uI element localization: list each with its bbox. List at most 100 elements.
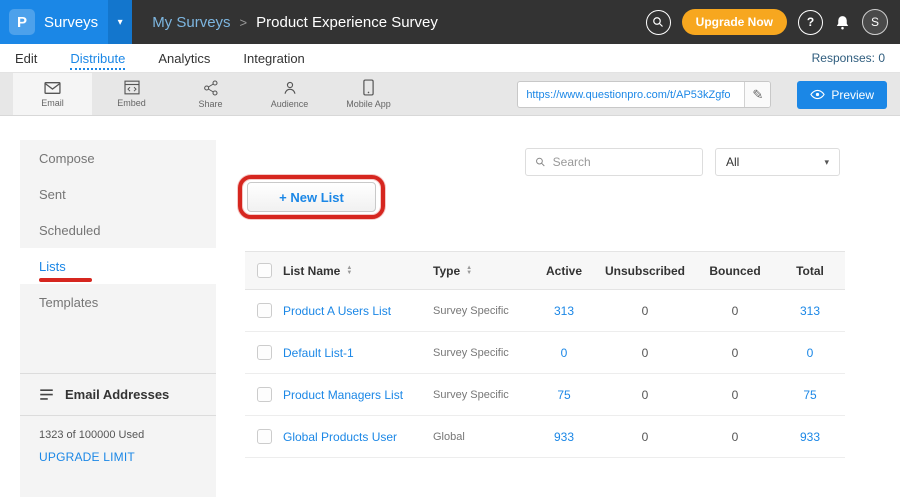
sidebar-item-lists[interactable]: Lists	[20, 248, 216, 284]
list-filter-dropdown[interactable]: All ▾	[715, 148, 840, 176]
email-addresses-title: Email Addresses	[65, 387, 169, 402]
list-search-input[interactable]	[553, 155, 693, 169]
chevron-down-icon: ▾	[824, 157, 829, 168]
eye-icon	[810, 89, 825, 100]
notifications-bell-icon[interactable]	[834, 14, 851, 31]
unsubscribed-count: 0	[642, 346, 649, 360]
tool-mobile-app[interactable]: Mobile App	[329, 73, 408, 115]
bounced-count: 0	[732, 430, 739, 444]
email-usage-count: 1323 of 100000 Used	[20, 416, 216, 441]
email-addresses-header: Email Addresses	[20, 374, 216, 416]
edit-url-pencil-icon[interactable]: ✎	[744, 82, 770, 108]
tab-integration[interactable]: Integration	[243, 51, 304, 66]
tool-audience-label: Audience	[271, 99, 309, 109]
upgrade-limit-link[interactable]: UPGRADE LIMIT	[20, 441, 216, 464]
sidebar-item-compose[interactable]: Compose	[20, 140, 216, 176]
survey-url-field: ✎	[517, 81, 771, 108]
questionpro-logo: P	[9, 9, 35, 35]
tool-embed[interactable]: Embed	[92, 73, 171, 115]
sidebar-item-sent[interactable]: Sent	[20, 176, 216, 212]
tool-embed-label: Embed	[117, 98, 146, 108]
row-checkbox[interactable]	[257, 303, 272, 318]
search-icon[interactable]	[646, 10, 671, 35]
total-count[interactable]: 933	[800, 430, 820, 444]
sidebar-item-scheduled[interactable]: Scheduled	[20, 212, 216, 248]
table-row: Product A Users List Survey Specific 313…	[245, 290, 845, 332]
survey-url-input[interactable]	[518, 89, 744, 101]
breadcrumb-separator: >	[240, 15, 248, 30]
tool-mobile-app-label: Mobile App	[346, 99, 391, 109]
header-type: Type	[433, 264, 460, 278]
list-search-field	[525, 148, 703, 176]
header-list-name: List Name	[283, 264, 340, 278]
breadcrumb: My Surveys > Product Experience Survey	[152, 14, 438, 31]
surveys-menu[interactable]: P Surveys ▾	[0, 0, 132, 44]
email-icon	[44, 81, 61, 95]
tool-share-label: Share	[198, 99, 222, 109]
bounced-count: 0	[732, 304, 739, 318]
row-checkbox[interactable]	[257, 387, 272, 402]
total-count[interactable]: 75	[803, 388, 816, 402]
chevron-down-icon[interactable]: ▾	[108, 0, 132, 44]
select-all-checkbox[interactable]	[257, 263, 272, 278]
user-avatar[interactable]: S	[862, 9, 888, 35]
surveys-menu-label: Surveys	[44, 14, 98, 31]
sort-icon[interactable]: ▲▼	[466, 266, 472, 276]
header-bounced: Bounced	[709, 264, 760, 278]
header-total: Total	[796, 264, 824, 278]
header-unsubscribed: Unsubscribed	[605, 264, 685, 278]
preview-button[interactable]: Preview	[797, 81, 887, 109]
new-list-button[interactable]: + New List	[247, 182, 376, 212]
list-name-link[interactable]: Global Products User	[283, 430, 397, 444]
audience-icon	[282, 80, 298, 96]
list-lines-icon	[39, 388, 54, 401]
sort-icon[interactable]: ▲▼	[346, 266, 352, 276]
tab-edit[interactable]: Edit	[15, 51, 37, 66]
row-checkbox[interactable]	[257, 429, 272, 444]
active-count[interactable]: 933	[554, 430, 574, 444]
page-title: Product Experience Survey	[256, 14, 438, 31]
help-icon[interactable]: ?	[798, 10, 823, 35]
active-count[interactable]: 75	[557, 388, 570, 402]
bounced-count: 0	[732, 346, 739, 360]
tool-audience[interactable]: Audience	[250, 73, 329, 115]
annotation-underline	[39, 278, 92, 282]
breadcrumb-my-surveys[interactable]: My Surveys	[152, 14, 230, 31]
responses-count[interactable]: Responses: 0	[812, 51, 885, 65]
email-addresses-section: Email Addresses 1323 of 100000 Used UPGR…	[20, 373, 216, 464]
tab-analytics[interactable]: Analytics	[158, 51, 210, 66]
email-lists-table: List Name ▲▼ Type ▲▼ Active Unsubscribed…	[245, 251, 845, 458]
tool-email-label: Email	[41, 98, 64, 108]
search-icon	[535, 156, 546, 168]
upgrade-now-button[interactable]: Upgrade Now	[682, 9, 787, 35]
unsubscribed-count: 0	[642, 304, 649, 318]
active-count[interactable]: 0	[561, 346, 568, 360]
bounced-count: 0	[732, 388, 739, 402]
table-header-row: List Name ▲▼ Type ▲▼ Active Unsubscribed…	[245, 251, 845, 290]
survey-nav-tabs: Edit Distribute Analytics Integration Re…	[0, 44, 900, 73]
sidebar-item-templates[interactable]: Templates	[20, 284, 216, 320]
tool-share[interactable]: Share	[171, 73, 250, 115]
tool-email[interactable]: Email	[13, 73, 92, 115]
table-row: Product Managers List Survey Specific 75…	[245, 374, 845, 416]
total-count[interactable]: 313	[800, 304, 820, 318]
unsubscribed-count: 0	[642, 388, 649, 402]
list-name-link[interactable]: Default List-1	[283, 346, 354, 360]
mobile-app-icon	[362, 79, 375, 96]
header-active: Active	[546, 264, 582, 278]
unsubscribed-count: 0	[642, 430, 649, 444]
active-count[interactable]: 313	[554, 304, 574, 318]
embed-icon	[124, 80, 140, 95]
table-row: Global Products User Global 933 0 0 933	[245, 416, 845, 458]
list-name-link[interactable]: Product A Users List	[283, 304, 391, 318]
row-checkbox[interactable]	[257, 345, 272, 360]
total-count[interactable]: 0	[807, 346, 814, 360]
list-name-link[interactable]: Product Managers List	[283, 388, 403, 402]
table-row: Default List-1 Survey Specific 0 0 0 0	[245, 332, 845, 374]
top-bar: P Surveys ▾ My Surveys > Product Experie…	[0, 0, 900, 44]
share-icon	[203, 80, 219, 96]
tab-distribute[interactable]: Distribute	[70, 51, 125, 66]
email-sidebar: Compose Sent Scheduled Lists Templates E…	[20, 140, 216, 497]
header-actions: Upgrade Now ? S	[646, 9, 900, 35]
list-filter-value: All	[726, 155, 739, 169]
